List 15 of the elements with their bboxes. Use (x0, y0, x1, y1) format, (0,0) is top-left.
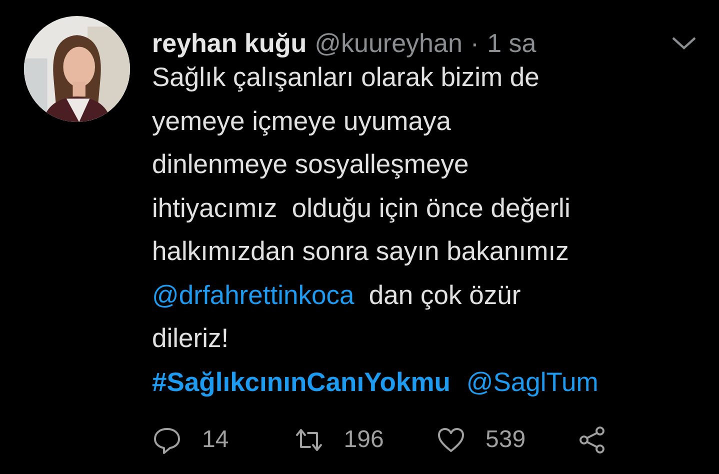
heart-icon[interactable] (436, 425, 466, 455)
hashtag-link[interactable]: #SağlıkcınınCanıYokmu (152, 366, 450, 396)
count: 14 (202, 425, 229, 455)
count: 196 (344, 425, 384, 455)
tweet-text: Sağlık çalışanları olarak bizim de yemeye içmeye uyumaya dinlenmeye sosyalleşmeye ihtiyacımız olduğu için önce değerli halkımızdan sonra sayın bakanımız @drfahrettinkoca dan çok özür dileriz! #SağlıkcınınCanıYokmu @SaglTum (152, 61, 600, 399)
timestamp[interactable]: 1 sa (487, 28, 536, 58)
mention-link[interactable]: @drfahrettinkoca (152, 280, 354, 310)
count: 539 (486, 425, 526, 455)
handle[interactable]: @kuureyhan (314, 28, 462, 58)
caret-icon[interactable] (671, 35, 697, 51)
share-icon[interactable] (577, 425, 608, 455)
mention-link[interactable]: @SaglTum (466, 366, 598, 396)
speech-bubble-icon[interactable] (152, 425, 182, 455)
author-name[interactable]: reyhan kuğu (152, 28, 307, 58)
separator: · (470, 28, 480, 58)
